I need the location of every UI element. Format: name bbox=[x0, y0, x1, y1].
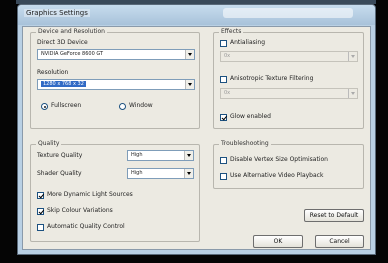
quality-group: Quality Texture Quality High Shader Qual… bbox=[30, 140, 200, 242]
title-bar[interactable]: Graphics Settings bbox=[18, 5, 375, 25]
antialiasing-dropdown-button[interactable] bbox=[348, 52, 357, 61]
effects-group-title: Effects bbox=[219, 28, 244, 36]
automatic-quality-checkbox[interactable] bbox=[37, 224, 44, 231]
direct3d-device-label: Direct 3D Device bbox=[37, 39, 88, 46]
anisotropic-filtering-checkbox[interactable] bbox=[220, 76, 227, 83]
chevron-down-icon bbox=[187, 172, 191, 175]
ok-button[interactable]: OK bbox=[253, 235, 303, 248]
anisotropic-dropdown-button[interactable] bbox=[348, 89, 357, 98]
glow-enabled-checkbox[interactable] bbox=[220, 114, 227, 121]
direct3d-device-value: NVIDIA GeForce 8600 GT bbox=[41, 51, 104, 57]
antialiasing-value: 0x bbox=[224, 53, 231, 59]
chevron-down-icon bbox=[351, 92, 355, 95]
disable-vertex-optimisation-checkbox[interactable] bbox=[220, 157, 227, 164]
resolution-select[interactable]: 1280 x 768 x 32 bbox=[37, 79, 195, 90]
direct3d-device-select[interactable]: NVIDIA GeForce 8600 GT bbox=[37, 49, 195, 60]
anisotropic-filtering-label[interactable]: Anisotropic Texture Filtering bbox=[230, 75, 313, 83]
disable-vertex-optimisation-label[interactable]: Disable Vertex Size Optimisation bbox=[230, 156, 328, 164]
antialiasing-label[interactable]: Antialiasing bbox=[230, 39, 265, 47]
troubleshooting-group: Troubleshooting Disable Vertex Size Opti… bbox=[213, 140, 364, 189]
fullscreen-radio[interactable] bbox=[41, 103, 48, 110]
device-resolution-group-title: Device and Resolution bbox=[36, 28, 107, 36]
cancel-button[interactable]: Cancel bbox=[315, 235, 364, 248]
window-radio[interactable] bbox=[119, 103, 126, 110]
shader-quality-value: High bbox=[131, 170, 143, 176]
chevron-down-icon bbox=[188, 83, 192, 86]
chevron-down-icon bbox=[351, 55, 355, 58]
texture-quality-value: High bbox=[131, 152, 143, 158]
effects-group: Effects Antialiasing 0x Anisotropic Text… bbox=[213, 28, 364, 129]
device-resolution-group: Device and Resolution Direct 3D Device N… bbox=[30, 28, 200, 129]
shader-quality-dropdown-button[interactable] bbox=[184, 169, 193, 178]
title-bar-glow bbox=[223, 8, 353, 18]
texture-quality-label: Texture Quality bbox=[37, 152, 83, 159]
dynamic-lights-label[interactable]: More Dynamic Light Sources bbox=[47, 191, 133, 199]
graphics-settings-dialog: Graphics Settings Device and Resolution … bbox=[17, 4, 376, 255]
anisotropic-filtering-select[interactable]: 0x bbox=[220, 88, 358, 99]
fullscreen-label[interactable]: Fullscreen bbox=[51, 102, 81, 110]
antialiasing-select[interactable]: 0x bbox=[220, 51, 358, 62]
direct3d-device-dropdown-button[interactable] bbox=[185, 50, 194, 59]
skip-colour-variations-checkbox[interactable] bbox=[37, 208, 44, 215]
reset-to-default-button[interactable]: Reset to Default bbox=[304, 209, 364, 222]
screen-border-right bbox=[376, 0, 388, 263]
dialog-client-area: Device and Resolution Direct 3D Device N… bbox=[22, 26, 371, 250]
alternative-video-playback-checkbox[interactable] bbox=[220, 173, 227, 180]
resolution-value: 1280 x 768 x 32 bbox=[41, 81, 86, 87]
chevron-down-icon bbox=[188, 53, 192, 56]
window-mode-label[interactable]: Window bbox=[129, 102, 153, 110]
resolution-dropdown-button[interactable] bbox=[185, 80, 194, 89]
texture-quality-dropdown-button[interactable] bbox=[184, 151, 193, 160]
quality-group-title: Quality bbox=[36, 140, 62, 148]
shader-quality-label: Shader Quality bbox=[37, 170, 82, 177]
skip-colour-variations-label[interactable]: Skip Colour Variations bbox=[47, 207, 113, 215]
dynamic-lights-checkbox[interactable] bbox=[37, 192, 44, 199]
window-title: Graphics Settings bbox=[24, 9, 90, 17]
antialiasing-checkbox[interactable] bbox=[220, 40, 227, 47]
automatic-quality-label[interactable]: Automatic Quality Control bbox=[47, 223, 125, 231]
shader-quality-select[interactable]: High bbox=[127, 168, 194, 179]
anisotropic-filtering-value: 0x bbox=[224, 90, 231, 96]
screen-border-left bbox=[0, 0, 16, 263]
texture-quality-select[interactable]: High bbox=[127, 150, 194, 161]
troubleshooting-group-title: Troubleshooting bbox=[219, 140, 271, 148]
resolution-label: Resolution bbox=[37, 69, 69, 76]
alternative-video-playback-label[interactable]: Use Alternative Video Playback bbox=[230, 172, 323, 180]
glow-enabled-label[interactable]: Glow enabled bbox=[230, 113, 271, 121]
chevron-down-icon bbox=[187, 154, 191, 157]
